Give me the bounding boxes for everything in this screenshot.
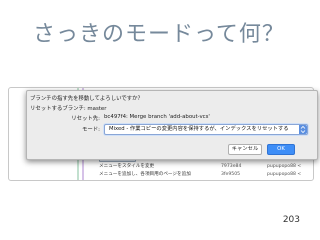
commit-author: pupupopo88 < bbox=[267, 164, 302, 169]
mode-select-value: Mixed - 作業コピーの変更内容を保持するが、インデックスをリセットする bbox=[109, 126, 289, 132]
reset-to-value: bc497f4: Merge branch 'add-about-vcs' bbox=[104, 114, 210, 120]
commit-message: メニューをスタイルを変更 bbox=[99, 164, 155, 169]
mode-select[interactable]: Mixed - 作業コピーの変更内容を保持するが、インデックスをリセットする bbox=[104, 124, 308, 135]
reset-target-label: リセットするブランチ: master bbox=[30, 106, 107, 112]
cancel-button[interactable]: キャンセル bbox=[228, 144, 262, 155]
dialog-question: ブランチの指す先を移動してよろしいですか？ bbox=[30, 96, 143, 102]
slide-title: さっきのモードって何？ bbox=[33, 22, 285, 47]
commit-hash: 7973e84 bbox=[221, 164, 242, 169]
commit-author: pupupopo88 < bbox=[267, 172, 302, 177]
commit-row[interactable]: メニューを追加し、各項目用のページを追加 3fe9505 pupupopo88 … bbox=[9, 171, 313, 179]
ok-button[interactable]: OK bbox=[267, 144, 295, 155]
commit-message: メニューを追加し、各項目用のページを追加 bbox=[99, 172, 191, 177]
reset-to-label: リセット先: bbox=[71, 116, 100, 122]
page-number: 203 bbox=[282, 215, 300, 225]
chevron-updown-icon bbox=[299, 125, 307, 134]
mode-label: モード: bbox=[82, 127, 100, 133]
commit-row[interactable]: メニューをスタイルを変更 7973e84 pupupopo88 < bbox=[9, 163, 313, 171]
commit-hash: 3fe9505 bbox=[221, 172, 241, 177]
